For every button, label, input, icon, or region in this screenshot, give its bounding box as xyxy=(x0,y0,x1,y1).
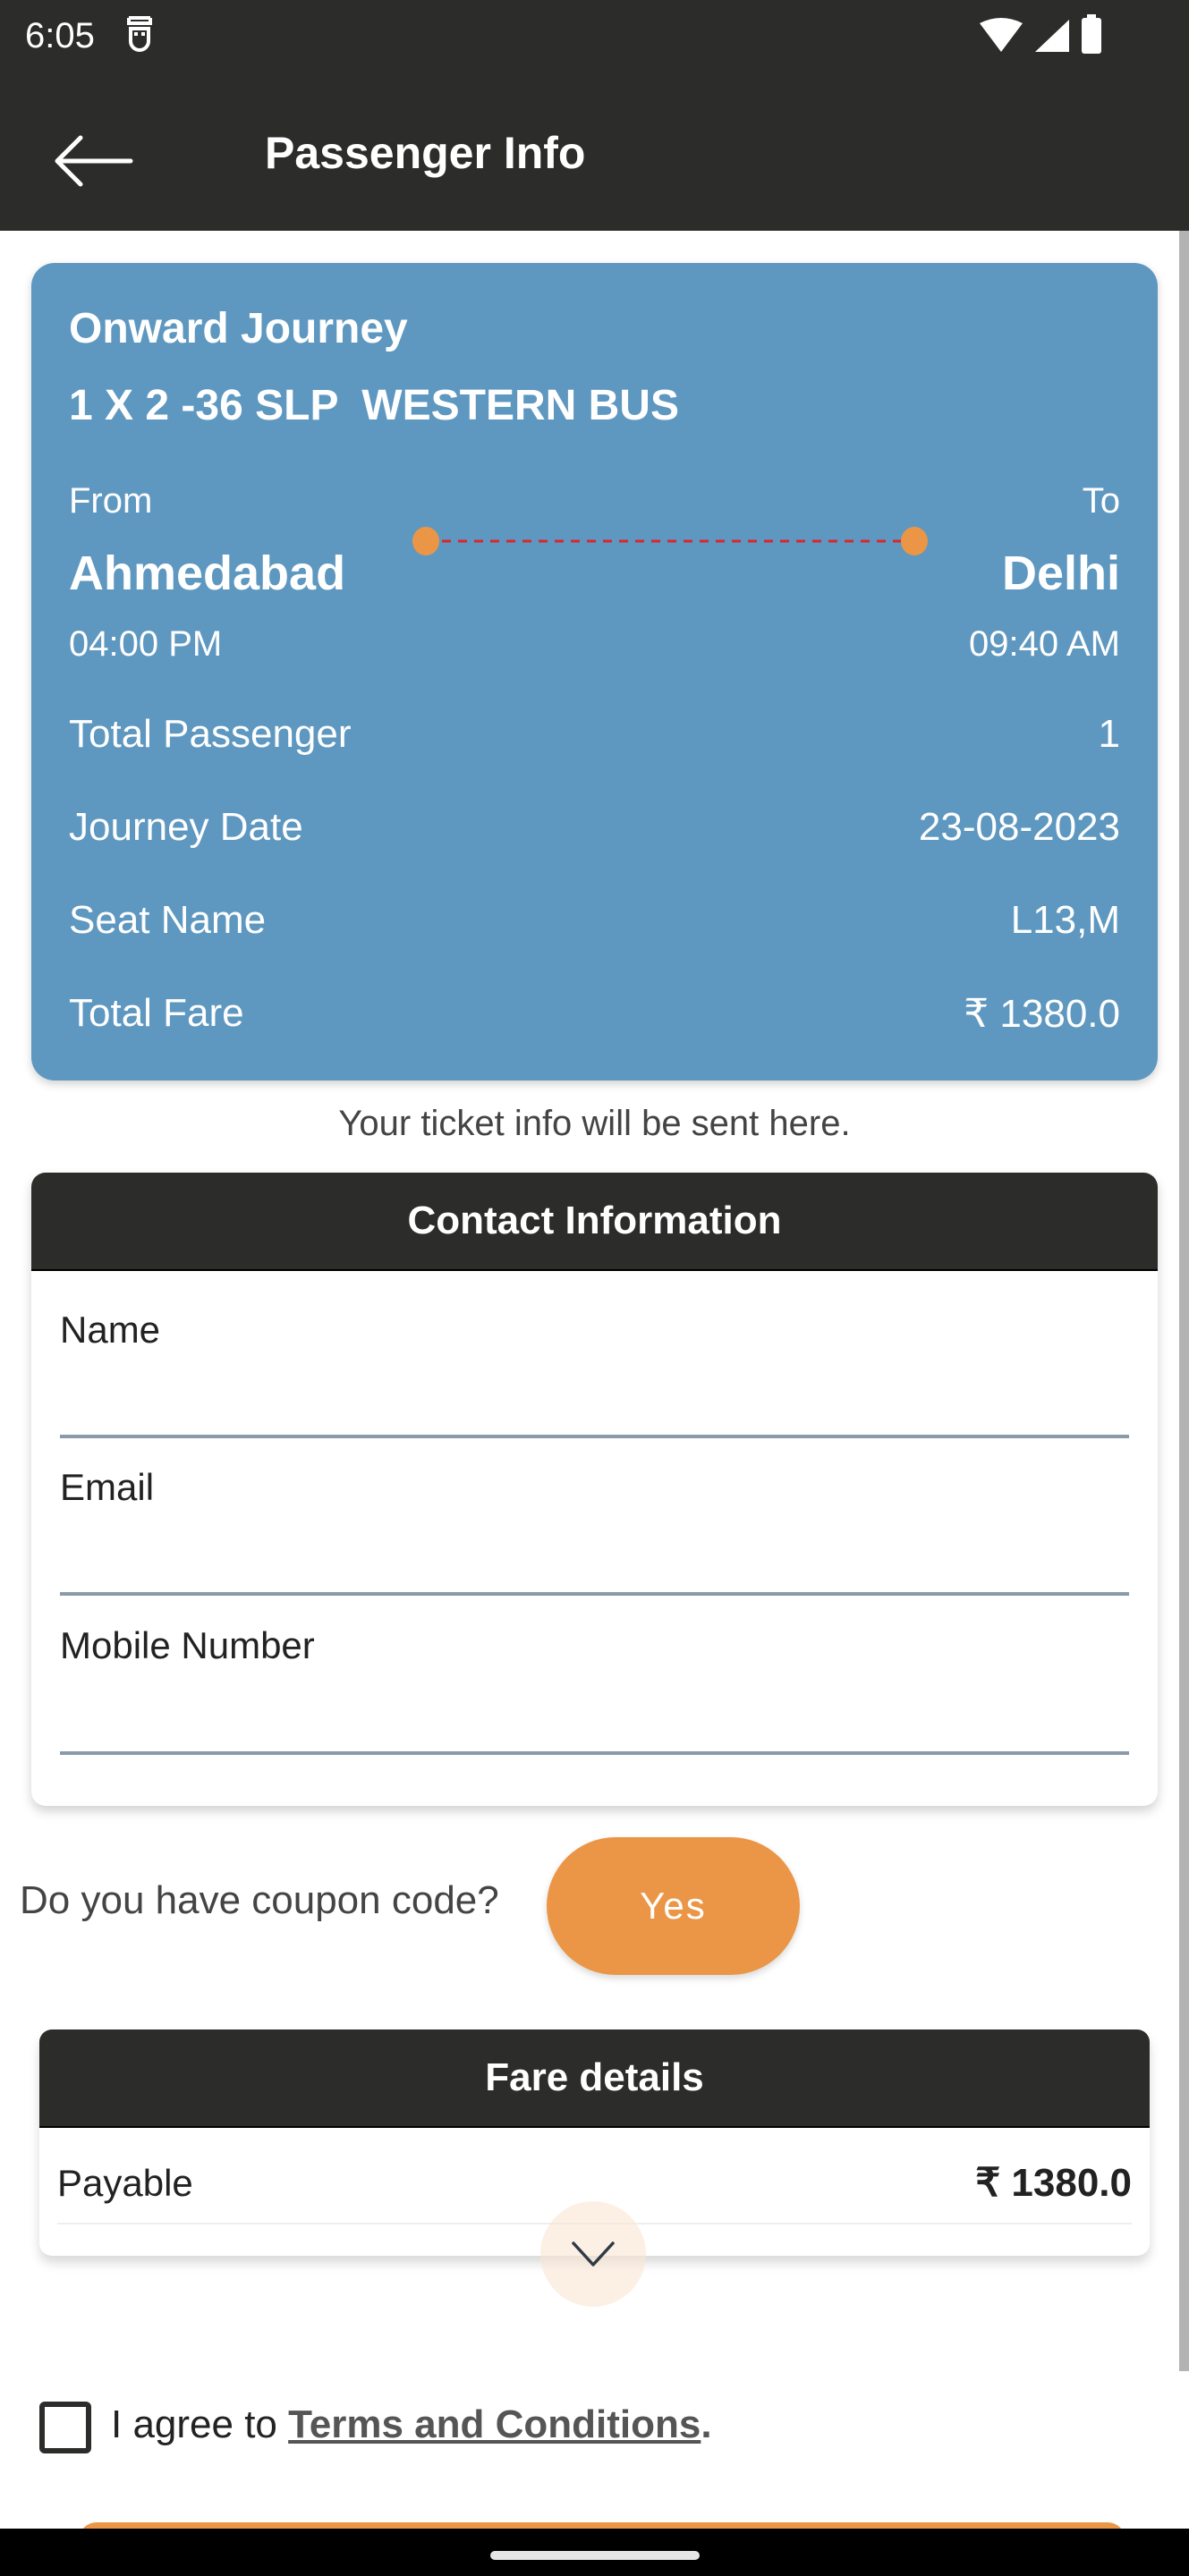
name-label: Name xyxy=(60,1309,161,1351)
email-input[interactable] xyxy=(60,1542,1129,1596)
route-line xyxy=(412,527,928,555)
arrow-left-icon xyxy=(55,135,133,187)
bus-name: 1 X 2 -36 SLP WESTERN BUS xyxy=(69,382,679,429)
mobile-number-label: Mobile Number xyxy=(60,1624,315,1666)
journey-title: Onward Journey xyxy=(69,305,408,352)
to-city: Delhi xyxy=(1001,547,1120,600)
origin-dot xyxy=(412,527,439,555)
name-input[interactable] xyxy=(60,1385,1129,1438)
seat-name-value: L13,M xyxy=(1010,898,1120,942)
wifi-icon xyxy=(980,18,1023,52)
from-label: From xyxy=(69,481,153,521)
battery-icon xyxy=(1082,14,1101,54)
terms-prefix: I agree to xyxy=(111,2402,289,2446)
total-fare-value: ₹ 1380.0 xyxy=(964,992,1120,1036)
from-city: Ahmedabad xyxy=(69,547,346,600)
journey-date-label: Journey Date xyxy=(69,805,303,849)
terms-suffix: . xyxy=(701,2402,712,2446)
departure-time: 04:00 PM xyxy=(69,624,223,664)
scrollbar-thumb[interactable] xyxy=(1179,231,1189,2371)
destination-dot xyxy=(901,527,928,555)
terms-and-conditions-link[interactable]: Terms and Conditions xyxy=(288,2402,701,2446)
expand-fare-button[interactable] xyxy=(540,2201,646,2307)
terms-text: I agree to Terms and Conditions. xyxy=(111,2402,712,2447)
journey-date-value: 23-08-2023 xyxy=(918,805,1120,849)
total-passenger-value: 1 xyxy=(1098,712,1120,756)
status-bar: 6:05 xyxy=(0,0,1189,91)
contact-information-card: Contact Information Name Email Mobile Nu… xyxy=(31,1173,1158,1806)
terms-checkbox[interactable] xyxy=(39,2402,91,2453)
payable-value: ₹ 1380.0 xyxy=(975,2161,1132,2205)
page-title: Passenger Info xyxy=(265,128,586,178)
notification-icon xyxy=(127,16,152,52)
journey-summary-card: Onward Journey 1 X 2 -36 SLP WESTERN BUS… xyxy=(31,263,1158,1080)
home-indicator[interactable] xyxy=(490,2551,700,2560)
email-label: Email xyxy=(60,1466,155,1508)
payable-label: Payable xyxy=(57,2162,193,2204)
fare-header: Fare details xyxy=(39,2029,1150,2128)
status-icons xyxy=(978,14,1103,54)
status-time: 6:05 xyxy=(25,16,95,55)
back-button[interactable] xyxy=(45,118,143,204)
mobile-number-input[interactable] xyxy=(60,1701,1129,1755)
coupon-question: Do you have coupon code? xyxy=(20,1878,499,1922)
to-label: To xyxy=(1082,481,1120,521)
contact-header: Contact Information xyxy=(31,1173,1158,1271)
chevron-down-icon xyxy=(572,2241,615,2267)
total-fare-label: Total Fare xyxy=(69,991,244,1035)
ticket-info-note: Your ticket info will be sent here. xyxy=(338,1104,851,1143)
seat-name-label: Seat Name xyxy=(69,898,267,942)
app-bar: Passenger Info xyxy=(0,91,1189,231)
signal-icon xyxy=(1035,20,1069,52)
coupon-yes-button[interactable]: Yes xyxy=(547,1837,800,1975)
total-passenger-label: Total Passenger xyxy=(69,712,352,756)
arrival-time: 09:40 AM xyxy=(968,624,1120,664)
